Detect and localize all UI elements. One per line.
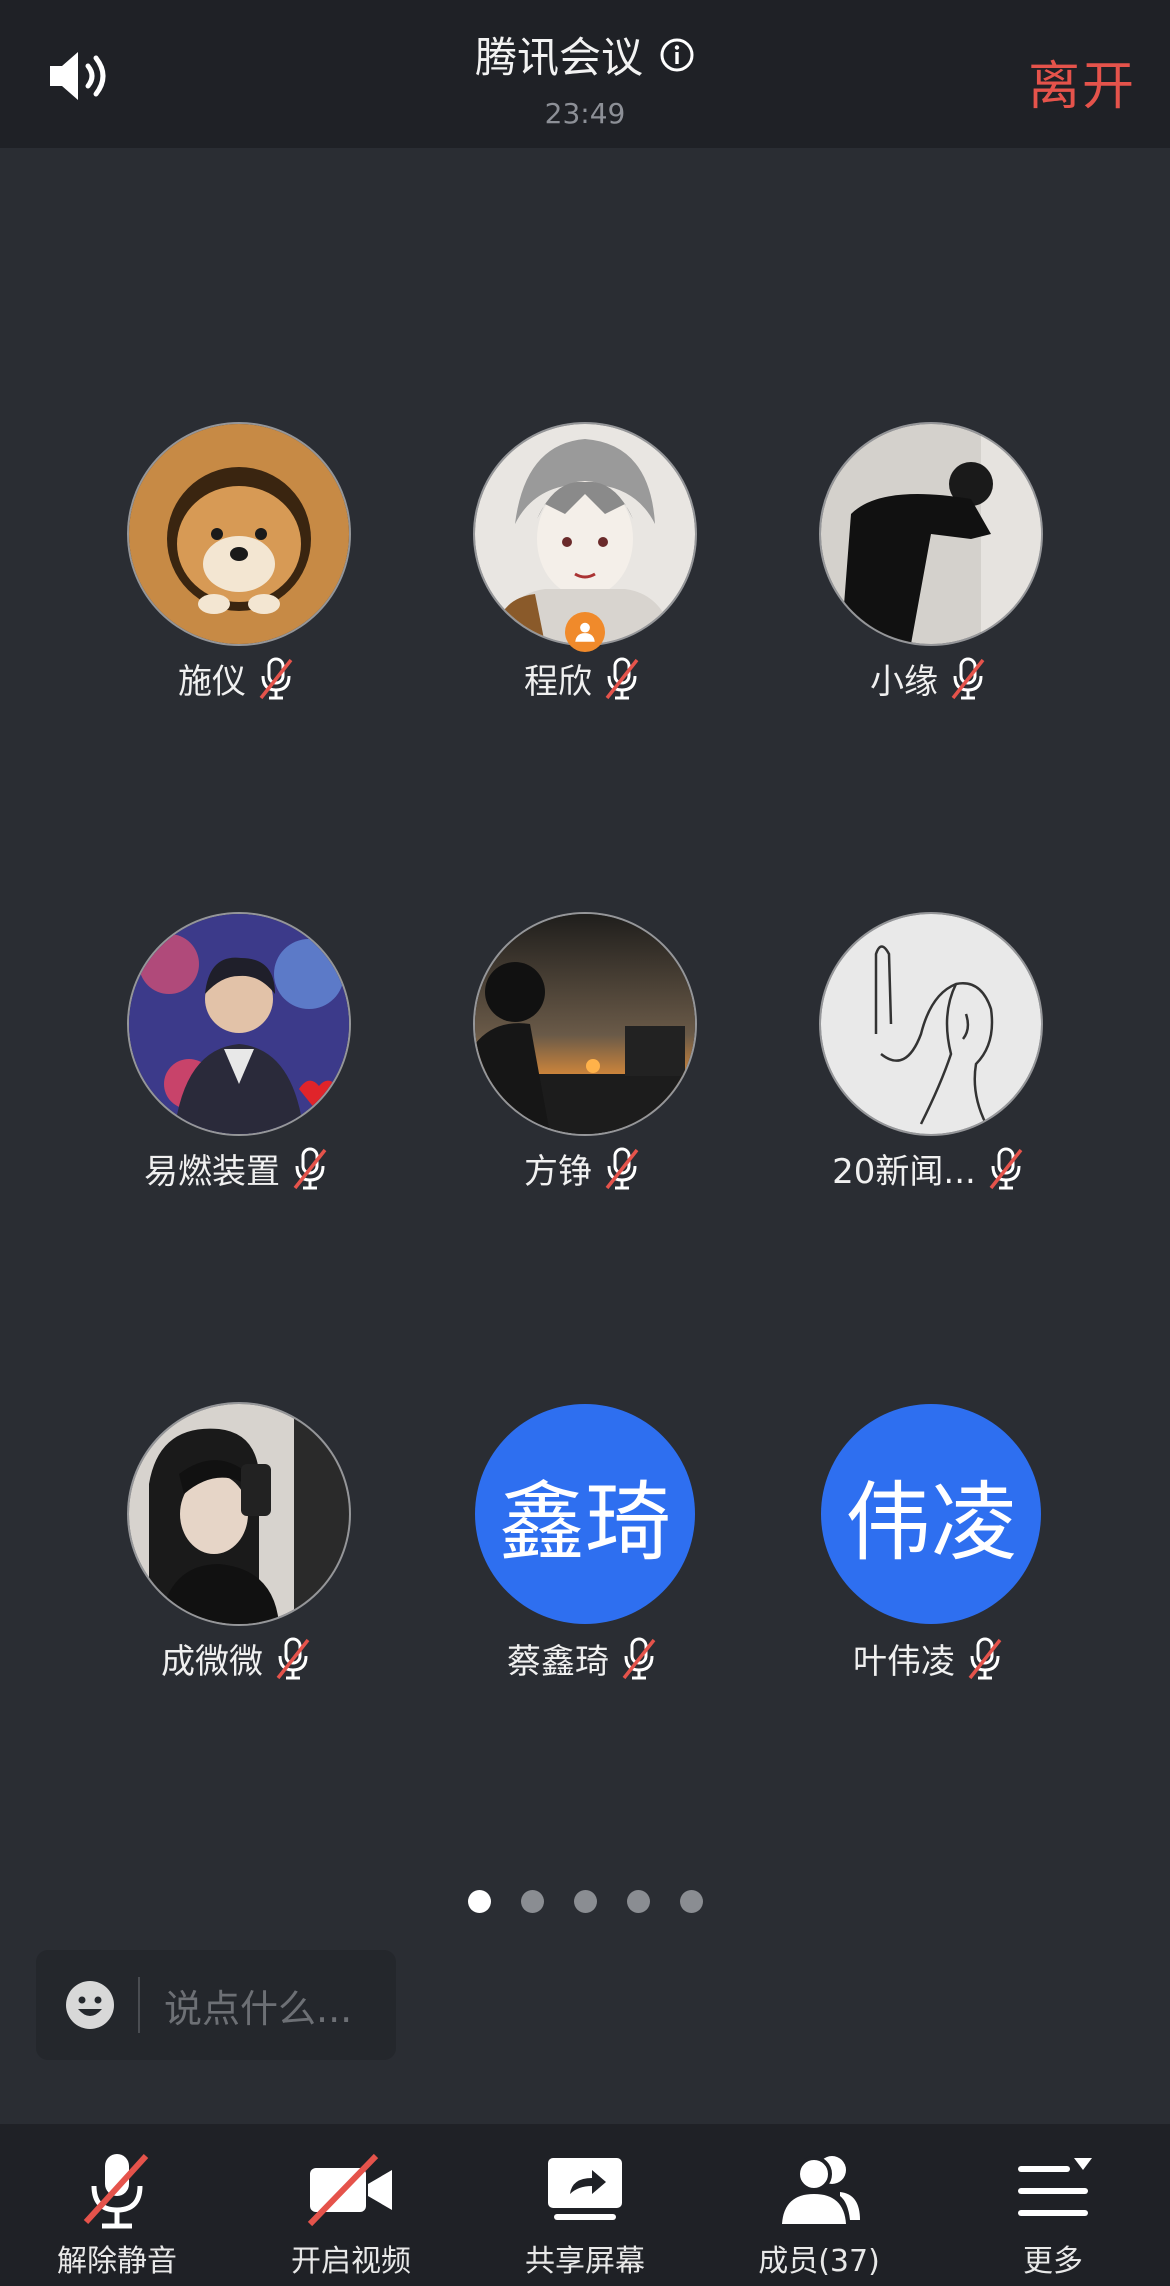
participant-name: 叶伟凌 — [853, 1642, 955, 1682]
anime-boy-avatar-icon — [475, 424, 695, 644]
participant-tile[interactable]: 方铮 — [410, 914, 756, 1204]
participant-tile[interactable]: 易燃装置 — [64, 914, 410, 1204]
more-button[interactable]: 更多 — [936, 2124, 1170, 2286]
participant-name: 小缘 — [870, 662, 938, 702]
mic-muted-icon — [948, 656, 988, 702]
top-bar: 腾讯会议 23:49 离开 — [0, 0, 1170, 148]
avatar — [129, 424, 349, 644]
participant-tile[interactable]: 施仪 — [64, 424, 410, 714]
mic-muted-icon — [273, 1636, 313, 1682]
participant-tile[interactable]: 程欣 — [410, 424, 756, 714]
microphone-off-icon — [83, 2153, 149, 2229]
participant-name: 方铮 — [524, 1152, 592, 1192]
avatar-initials: 伟凌 — [821, 1404, 1041, 1624]
young-man-avatar-icon — [129, 914, 349, 1134]
participant-tile[interactable]: 鑫琦 蔡鑫琦 — [410, 1404, 756, 1694]
participant-name: 成微微 — [161, 1642, 263, 1682]
participant-name: 施仪 — [178, 662, 246, 702]
share-screen-button[interactable]: 共享屏幕 — [468, 2124, 702, 2286]
participant-name: 蔡鑫琦 — [507, 1642, 609, 1682]
page-dot[interactable] — [626, 1890, 650, 1913]
couple-selfie-avatar-icon — [129, 1404, 349, 1624]
mic-muted-icon — [602, 656, 642, 702]
leave-button[interactable]: 离开 — [1028, 44, 1136, 119]
more-label: 更多 — [1023, 2244, 1083, 2279]
share-screen-icon — [548, 2158, 622, 2220]
unmute-button[interactable]: 解除静音 — [0, 2124, 234, 2286]
avatar — [821, 914, 1041, 1134]
participant-tile[interactable]: 伟凌 叶伟凌 — [756, 1404, 1102, 1694]
info-icon[interactable] — [659, 37, 695, 73]
emoji-icon[interactable] — [64, 1979, 116, 2031]
avatar-initials: 鑫琦 — [475, 1404, 695, 1624]
members-label: 成员(37) — [758, 2244, 880, 2279]
avatar — [821, 424, 1041, 644]
participant-tile[interactable]: 成微微 — [64, 1404, 410, 1694]
participant-name: 程欣 — [524, 662, 592, 702]
avatar — [475, 424, 695, 644]
mic-muted-icon — [256, 656, 296, 702]
sunset-silhouette-avatar-icon — [475, 914, 695, 1134]
start-video-label: 开启视频 — [291, 2244, 411, 2279]
page-indicator — [0, 1890, 1170, 1913]
chat-placeholder: 说点什么... — [164, 1986, 353, 2031]
chat-divider — [138, 1977, 140, 2033]
mic-muted-icon — [965, 1636, 1005, 1682]
participant-tile[interactable]: 小缘 — [756, 424, 1102, 714]
participant-name: 易燃装置 — [144, 1152, 280, 1192]
page-dot[interactable] — [573, 1890, 597, 1913]
mic-muted-icon — [602, 1146, 642, 1192]
chat-input[interactable]: 说点什么... — [36, 1950, 396, 2060]
person-leaning-avatar-icon — [821, 424, 1041, 644]
avatar — [475, 914, 695, 1134]
meeting-title: 腾讯会议 — [474, 33, 643, 82]
shiba-dog-avatar-icon — [129, 424, 349, 644]
page-dot[interactable] — [467, 1890, 491, 1913]
mic-muted-icon — [619, 1636, 659, 1682]
mic-muted-icon — [290, 1146, 330, 1192]
title-area: 腾讯会议 23:49 — [0, 24, 1170, 130]
line-drawing-avatar-icon — [821, 914, 1041, 1134]
participant-tile[interactable]: 20新闻... — [756, 914, 1102, 1204]
avatar — [129, 914, 349, 1134]
share-screen-label: 共享屏幕 — [525, 2244, 645, 2279]
host-badge-icon — [565, 612, 605, 652]
more-menu-icon — [1018, 2158, 1092, 2216]
unmute-label: 解除静音 — [57, 2244, 177, 2279]
avatar — [129, 1404, 349, 1624]
bottom-toolbar: 解除静音 开启视频 共享屏幕 成员(37) 更多 — [0, 2124, 1170, 2286]
start-video-button[interactable]: 开启视频 — [234, 2124, 468, 2286]
members-button[interactable]: 成员(37) — [702, 2124, 936, 2286]
participant-name: 20新闻... — [832, 1152, 976, 1192]
page-dot[interactable] — [520, 1890, 544, 1913]
video-off-icon — [307, 2153, 392, 2227]
members-icon — [782, 2156, 860, 2224]
page-dot[interactable] — [679, 1890, 703, 1913]
mic-muted-icon — [986, 1146, 1026, 1192]
meeting-time: 23:49 — [544, 97, 626, 130]
